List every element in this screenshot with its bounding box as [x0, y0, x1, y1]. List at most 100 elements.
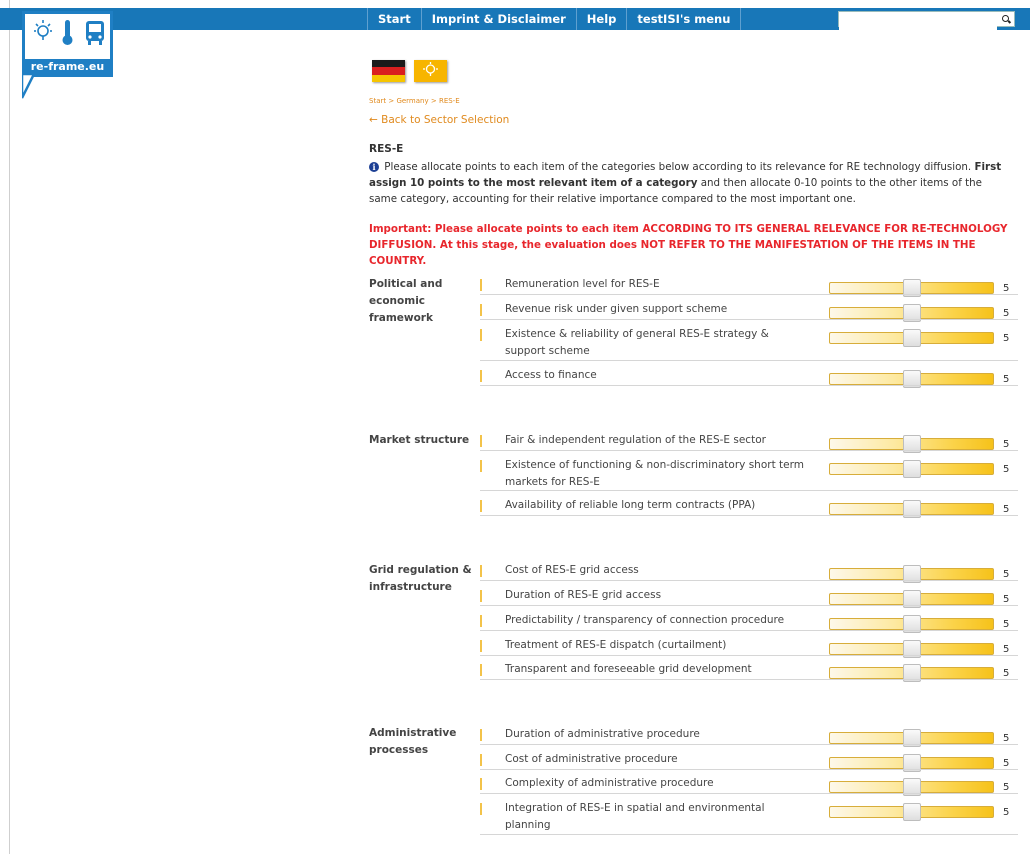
- item-marker: [480, 640, 482, 652]
- slider-value: 5: [1003, 733, 1010, 744]
- item-label: Cost of administrative procedure: [505, 753, 678, 765]
- item-marker: [480, 803, 482, 815]
- item-divider: [480, 450, 1018, 451]
- search-box: [838, 11, 1015, 32]
- logo-speech-tail: [22, 74, 36, 99]
- item-marker: [480, 500, 482, 512]
- category-label: Grid regulation & infrastructure: [369, 564, 472, 593]
- instructions-text: i Please allocate points to each item of…: [369, 159, 1009, 207]
- item-divider: [480, 630, 1018, 631]
- thermometer-icon: [62, 20, 73, 45]
- item-divider: [480, 385, 1018, 386]
- item-marker: [480, 664, 482, 676]
- item-label: Remuneration level for RES-E: [505, 278, 660, 290]
- page-title: RES-E: [369, 143, 404, 155]
- item-marker: [480, 778, 482, 790]
- page-left-border: [9, 0, 10, 854]
- relevance-slider-thumb[interactable]: [903, 460, 921, 478]
- bulb-icon: [423, 62, 438, 76]
- germany-flag-icon[interactable]: [372, 60, 405, 82]
- slider-value: 5: [1003, 782, 1010, 793]
- item-marker: [480, 565, 482, 577]
- back-to-sector-link[interactable]: ← Back to Sector Selection: [369, 114, 509, 126]
- item-label: Existence of functioning & non-discrimin…: [505, 459, 804, 488]
- slider-value: 5: [1003, 439, 1010, 450]
- breadcrumb-sector[interactable]: RES-E: [439, 97, 460, 105]
- slider-value: 5: [1003, 283, 1010, 294]
- item-label: Treatment of RES-E dispatch (curtailment…: [505, 639, 727, 651]
- item-marker: [480, 615, 482, 627]
- main-nav: Start Imprint & Disclaimer Help testISI'…: [367, 8, 742, 30]
- item-label: Complexity of administrative procedure: [505, 777, 714, 789]
- item-divider: [480, 319, 1018, 320]
- item-divider: [480, 605, 1018, 606]
- item-marker: [480, 329, 482, 341]
- slider-value: 5: [1003, 644, 1010, 655]
- nav-imprint-disclaimer[interactable]: Imprint & Disclaimer: [422, 8, 577, 30]
- top-nav-bar: Start Imprint & Disclaimer Help testISI'…: [0, 8, 1030, 32]
- bulb-icon: [34, 20, 52, 40]
- item-divider: [480, 294, 1018, 295]
- slider-value: 5: [1003, 619, 1010, 630]
- nav-help[interactable]: Help: [577, 8, 628, 30]
- slider-value: 5: [1003, 807, 1010, 818]
- slider-value: 5: [1003, 758, 1010, 769]
- info-icon: i: [369, 162, 379, 172]
- item-label: Fair & independent regulation of the RES…: [505, 434, 766, 446]
- item-label: Existence & reliability of general RES-E…: [505, 328, 769, 357]
- breadcrumb: Start > Germany > RES-E: [369, 97, 460, 105]
- breadcrumb-start[interactable]: Start: [369, 97, 386, 105]
- slider-value: 5: [1003, 308, 1010, 319]
- item-label: Cost of RES-E grid access: [505, 564, 639, 576]
- item-divider: [480, 834, 1018, 835]
- slider-value: 5: [1003, 504, 1010, 515]
- item-divider: [480, 360, 1018, 361]
- item-label: Access to finance: [505, 369, 597, 381]
- res-e-sector-icon[interactable]: [414, 60, 447, 82]
- slider-value: 5: [1003, 668, 1010, 679]
- site-logo[interactable]: re-frame.eu: [22, 11, 113, 77]
- item-label: Duration of RES-E grid access: [505, 589, 662, 601]
- item-marker: [480, 729, 482, 741]
- logo-text: re-frame.eu: [25, 59, 110, 74]
- item-divider: [480, 655, 1018, 656]
- search-input[interactable]: [839, 17, 997, 32]
- item-marker: [480, 754, 482, 766]
- item-label: Transparent and foreseeable grid develop…: [505, 663, 752, 675]
- item-marker: [480, 590, 482, 602]
- breadcrumb-country[interactable]: Germany: [396, 97, 428, 105]
- search-icon[interactable]: [1002, 15, 1009, 22]
- slider-value: 5: [1003, 569, 1010, 580]
- item-divider: [480, 515, 1018, 516]
- logo-icons: [34, 20, 104, 45]
- bus-icon: [86, 21, 104, 45]
- slider-value: 5: [1003, 464, 1010, 475]
- item-marker: [480, 460, 482, 472]
- item-marker: [480, 370, 482, 382]
- category-label: Political and economic framework: [369, 278, 443, 324]
- item-label: Revenue risk under given support scheme: [505, 303, 728, 315]
- intro-text-1: Please allocate points to each item of t…: [384, 161, 972, 173]
- item-divider: [480, 744, 1018, 745]
- category-label: Market structure: [369, 434, 470, 446]
- item-divider: [480, 679, 1018, 680]
- relevance-slider-thumb[interactable]: [903, 329, 921, 347]
- item-divider: [480, 580, 1018, 581]
- item-marker: [480, 435, 482, 447]
- slider-value: 5: [1003, 374, 1010, 385]
- item-marker: [480, 304, 482, 316]
- slider-value: 5: [1003, 594, 1010, 605]
- slider-value: 5: [1003, 333, 1010, 344]
- item-label: Availability of reliable long term contr…: [505, 499, 756, 511]
- item-divider: [480, 490, 1018, 491]
- category-label: Administrative processes: [369, 727, 457, 756]
- nav-start[interactable]: Start: [367, 8, 422, 30]
- item-label: Integration of RES-E in spatial and envi…: [505, 802, 765, 831]
- item-divider: [480, 769, 1018, 770]
- nav-user-menu[interactable]: testISI's menu: [627, 8, 742, 30]
- important-notice: Important: Please allocate points to eac…: [369, 223, 1008, 267]
- item-marker: [480, 279, 482, 291]
- item-divider: [480, 793, 1018, 794]
- item-label: Predictability / transparency of connect…: [505, 614, 785, 626]
- relevance-slider-thumb[interactable]: [903, 803, 921, 821]
